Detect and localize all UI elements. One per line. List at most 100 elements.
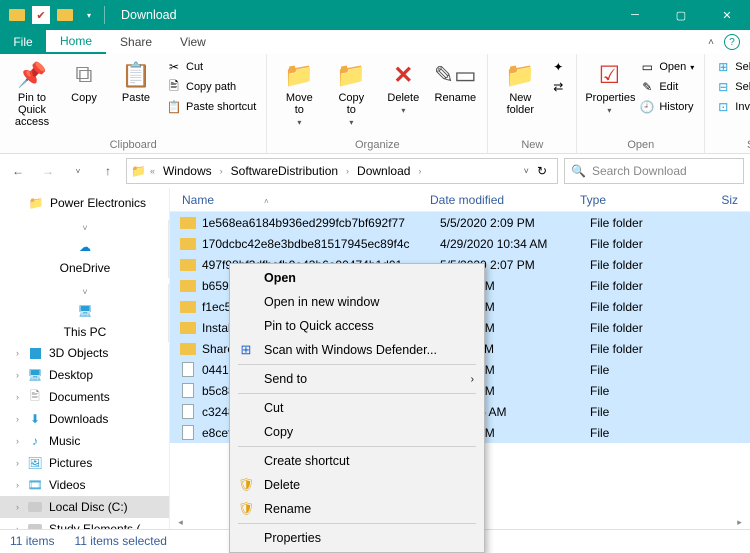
recent-button[interactable]: ˅ — [66, 159, 90, 183]
status-selected-count: 11 items selected — [74, 534, 167, 548]
collapse-ribbon-icon[interactable]: ˄ — [708, 37, 714, 48]
file-type: File folder — [590, 258, 690, 272]
ctx-copy[interactable]: Copy — [230, 420, 484, 444]
tree-item-onedrive[interactable]: ˅☁OneDrive — [0, 220, 169, 278]
tree-item[interactable]: 📁Power Electronics — [0, 192, 169, 214]
tree-item[interactable]: ›🖼Pictures — [0, 452, 169, 474]
help-icon[interactable]: ? — [724, 34, 740, 50]
invert-selection-button[interactable]: ⊡Invert selection — [713, 98, 750, 116]
invert-selection-icon: ⊡ — [715, 99, 731, 115]
tree-item-thispc[interactable]: ˅🖥This PC — [0, 284, 169, 342]
ctx-properties[interactable]: Properties — [230, 526, 484, 550]
window-title: Download — [113, 8, 612, 22]
new-folder-button[interactable]: 📁 New folder — [496, 58, 544, 116]
tree-item[interactable]: ›3D Objects — [0, 342, 169, 364]
new-folder-icon: 📁 — [496, 58, 544, 92]
copy-path-icon: 🖹 — [166, 79, 182, 95]
search-placeholder: Search Download — [592, 164, 687, 178]
select-all-button[interactable]: ⊞Select all — [713, 58, 750, 76]
breadcrumb-item[interactable]: SoftwareDistribution — [227, 164, 342, 178]
paste-icon: 📋 — [112, 58, 160, 92]
close-button[interactable]: ✕ — [704, 0, 750, 30]
easy-access-button[interactable]: ⇄ — [548, 78, 568, 96]
table-row[interactable]: 170dcbc42e8e3bdbe81517945ec89f4c 4/29/20… — [170, 233, 750, 254]
folder-icon — [180, 341, 196, 357]
tree-node-icon: ⬇ — [27, 411, 43, 427]
col-date[interactable]: Date modified — [430, 193, 580, 207]
table-row[interactable]: 1e568ea6184b936ed299fcb7bf692f77 5/5/202… — [170, 212, 750, 233]
history-button[interactable]: 🕘History — [637, 98, 696, 116]
select-all-icon: ⊞ — [715, 59, 731, 75]
navigation-tree[interactable]: 📁Power Electronics ˅☁OneDrive ˅🖥This PC … — [0, 188, 170, 529]
qat-checkbox-icon[interactable]: ✔ — [32, 6, 50, 24]
qat-folder-icon[interactable] — [56, 6, 74, 24]
tab-view[interactable]: View — [166, 30, 220, 54]
paste-button[interactable]: 📋 Paste — [112, 58, 160, 104]
col-size[interactable]: Siz — [680, 193, 750, 207]
scissors-icon: ✂ — [166, 59, 182, 75]
pin-icon: 📌 — [8, 58, 56, 92]
copy-icon: ⧉ — [60, 58, 108, 92]
file-menu[interactable]: File — [0, 30, 46, 54]
back-button[interactable]: ← — [6, 159, 30, 183]
group-label: Select — [713, 137, 750, 151]
edit-button[interactable]: ✎Edit — [637, 78, 696, 96]
pin-to-quick-access-button[interactable]: 📌 Pin to Quick access — [8, 58, 56, 128]
forward-button[interactable]: → — [36, 159, 60, 183]
move-to-button[interactable]: 📁 Move to▾ — [275, 58, 323, 128]
ctx-send-to[interactable]: Send to› — [230, 367, 484, 391]
maximize-button[interactable]: ▢ — [658, 0, 704, 30]
search-input[interactable]: 🔍 Search Download — [564, 158, 744, 184]
sort-indicator-icon: ˄ — [264, 197, 269, 206]
delete-button[interactable]: ✕ Delete▾ — [379, 58, 427, 116]
up-button[interactable]: ↑ — [96, 159, 120, 183]
col-name[interactable]: Name˄ — [170, 193, 430, 207]
minimize-button[interactable]: ─ — [612, 0, 658, 30]
ctx-cut[interactable]: Cut — [230, 396, 484, 420]
tree-item[interactable]: ›🎞Videos — [0, 474, 169, 496]
ctx-delete[interactable]: 🛡Delete — [230, 473, 484, 497]
group-label: New — [496, 137, 568, 151]
tree-item[interactable]: ›🖥Desktop — [0, 364, 169, 386]
cut-button[interactable]: ✂Cut — [164, 58, 258, 76]
group-label: Open — [585, 137, 696, 151]
col-type[interactable]: Type — [580, 193, 680, 207]
tab-home[interactable]: Home — [46, 30, 106, 54]
copy-button[interactable]: ⧉ Copy — [60, 58, 108, 104]
column-headers[interactable]: Name˄ Date modified Type Siz — [170, 188, 750, 212]
ctx-rename[interactable]: 🛡Rename — [230, 497, 484, 521]
open-button[interactable]: ▭Open ▾ — [637, 58, 696, 76]
disk-icon — [27, 521, 43, 529]
address-dropdown-icon[interactable]: ˅ — [524, 166, 529, 176]
disk-icon — [27, 499, 43, 515]
ctx-create-shortcut[interactable]: Create shortcut — [230, 449, 484, 473]
tree-item[interactable]: ›Study Elements ( — [0, 518, 169, 529]
ctx-open[interactable]: Open — [230, 266, 484, 290]
file-type: File folder — [590, 342, 690, 356]
open-icon: ▭ — [639, 59, 655, 75]
new-item-button[interactable]: ✦ — [548, 58, 568, 76]
tree-item[interactable]: ›⬇Downloads — [0, 408, 169, 430]
copy-to-button[interactable]: 📁 Copy to▾ — [327, 58, 375, 128]
tree-item[interactable]: ›🖹Documents — [0, 386, 169, 408]
tree-item[interactable]: ›♪Music — [0, 430, 169, 452]
file-icon — [180, 362, 196, 378]
qat-dropdown-icon[interactable]: ▾ — [80, 6, 98, 24]
breadcrumb-item[interactable]: Windows — [159, 164, 216, 178]
ctx-open-new-window[interactable]: Open in new window — [230, 290, 484, 314]
copy-path-button[interactable]: 🖹Copy path — [164, 78, 258, 96]
tree-node-icon: 🖥 — [27, 367, 43, 383]
rename-button[interactable]: ✎▭ Rename — [431, 58, 479, 104]
properties-button[interactable]: ☑ Properties▾ — [585, 58, 633, 116]
refresh-button[interactable]: ↻ — [531, 164, 553, 178]
tab-share[interactable]: Share — [106, 30, 166, 54]
address-bar[interactable]: 📁 « Windows› SoftwareDistribution› Downl… — [126, 158, 558, 184]
ctx-scan-defender[interactable]: ⊞Scan with Windows Defender... — [230, 338, 484, 362]
select-none-button[interactable]: ⊟Select none — [713, 78, 750, 96]
ctx-pin-quick-access[interactable]: Pin to Quick access — [230, 314, 484, 338]
tree-item-localdisc[interactable]: ›Local Disc (C:) — [0, 496, 169, 518]
breadcrumb-item[interactable]: Download — [353, 164, 414, 178]
scroll-right-icon[interactable]: ▸ — [732, 517, 747, 528]
paste-shortcut-button[interactable]: 📋Paste shortcut — [164, 98, 258, 116]
scroll-left-icon[interactable]: ◂ — [173, 517, 188, 528]
